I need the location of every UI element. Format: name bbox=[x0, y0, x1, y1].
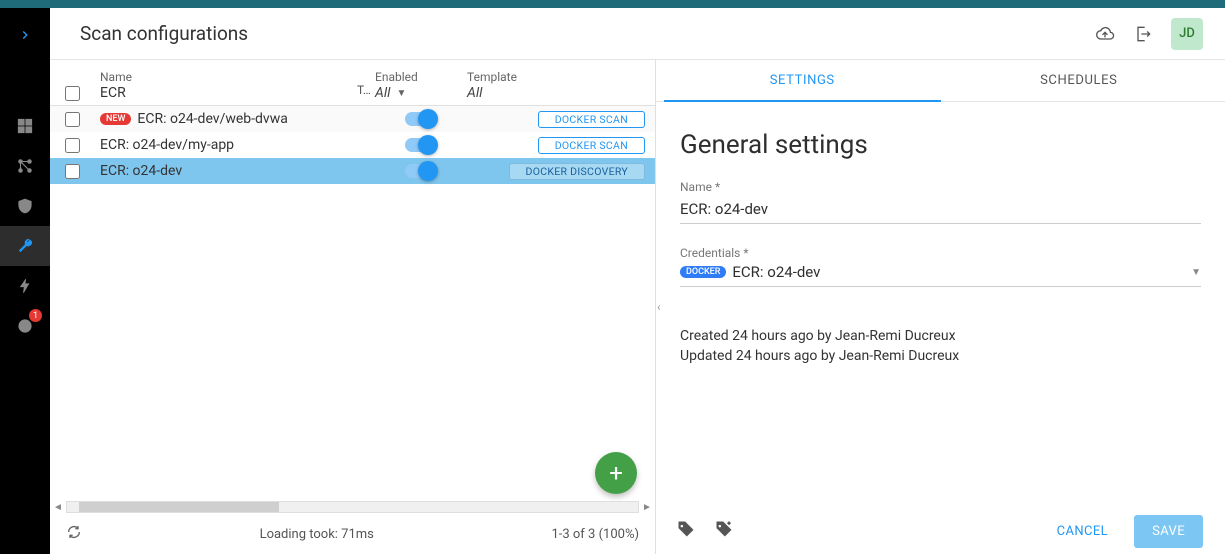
page-header: Scan configurations JD bbox=[50, 8, 1225, 60]
count-text: 1-3 of 3 (100%) bbox=[551, 527, 639, 542]
select-all-checkbox[interactable] bbox=[65, 86, 80, 101]
table-row[interactable]: ECR: o24-dev DOCKER DISCOVERY bbox=[50, 158, 655, 184]
add-scan-fab[interactable]: + bbox=[595, 452, 637, 494]
scroll-left-arrow[interactable]: ◄ bbox=[52, 502, 64, 513]
scan-rows-container: NEW ECR: o24-dev/web-dvwa DOCKER SCAN EC… bbox=[50, 106, 655, 500]
col-name-label: Name bbox=[100, 70, 357, 84]
logout-icon[interactable] bbox=[1133, 24, 1153, 44]
col-enabled-label: Enabled bbox=[375, 70, 467, 84]
detail-footer: CANCEL SAVE bbox=[656, 508, 1225, 554]
cloud-upload-icon[interactable] bbox=[1095, 24, 1115, 44]
sidebar-expand-chevron[interactable] bbox=[18, 28, 32, 46]
sidebar-item-shield[interactable] bbox=[0, 186, 50, 226]
chevron-down-icon: ▼ bbox=[1191, 267, 1201, 278]
name-filter-input[interactable] bbox=[100, 85, 331, 101]
sidebar-item-target[interactable]: 1 bbox=[0, 306, 50, 346]
tag-add-icon[interactable] bbox=[714, 519, 734, 543]
shield-icon bbox=[16, 197, 34, 215]
enabled-toggle[interactable] bbox=[405, 164, 435, 178]
tab-schedules[interactable]: SCHEDULES bbox=[941, 60, 1218, 101]
row-name-text: ECR: o24-dev bbox=[100, 163, 182, 179]
user-avatar[interactable]: JD bbox=[1171, 18, 1203, 50]
new-badge: NEW bbox=[100, 113, 131, 125]
sidebar-item-dashboard[interactable] bbox=[0, 106, 50, 146]
updated-text: Updated 24 hours ago by Jean-Remi Ducreu… bbox=[680, 347, 1201, 367]
list-footer: Loading took: 71ms 1-3 of 3 (100%) bbox=[50, 514, 655, 554]
tab-settings[interactable]: SETTINGS bbox=[664, 60, 941, 101]
row-checkbox[interactable] bbox=[65, 112, 80, 127]
template-filter-select[interactable]: All bbox=[467, 85, 647, 101]
template-chip: DOCKER SCAN bbox=[538, 137, 645, 154]
detail-tabs: SETTINGS SCHEDULES bbox=[656, 60, 1225, 102]
graph-icon bbox=[16, 157, 34, 175]
row-checkbox[interactable] bbox=[65, 138, 80, 153]
detail-panel: ‹ SETTINGS SCHEDULES General settings Na… bbox=[656, 60, 1225, 554]
horizontal-scrollbar[interactable]: ◄ ► bbox=[50, 500, 655, 514]
col-template-label: Template bbox=[467, 70, 647, 84]
template-chip: DOCKER DISCOVERY bbox=[509, 163, 646, 180]
row-checkbox[interactable] bbox=[65, 164, 80, 179]
scan-list-panel: Name T… Enabled All ▼ Template bbox=[50, 60, 656, 554]
name-field-input[interactable] bbox=[680, 197, 1201, 224]
credentials-field-label: Credentials * bbox=[680, 246, 1201, 260]
credentials-value: ECR: o24-dev bbox=[732, 263, 1185, 281]
row-name-text: ECR: o24-dev/web-dvwa bbox=[137, 111, 287, 127]
sidebar-badge: 1 bbox=[29, 309, 42, 322]
scroll-thumb[interactable] bbox=[79, 502, 279, 512]
docker-chip: DOCKER bbox=[680, 266, 726, 278]
credentials-select[interactable]: DOCKER ECR: o24-dev ▼ bbox=[680, 263, 1201, 287]
table-row[interactable]: ECR: o24-dev/my-app DOCKER SCAN bbox=[50, 132, 655, 158]
run-icon bbox=[16, 277, 34, 295]
collapse-handle-icon[interactable]: ‹ bbox=[655, 294, 663, 320]
enabled-toggle[interactable] bbox=[405, 112, 435, 126]
chevron-down-icon: ▼ bbox=[396, 88, 406, 99]
top-accent-bar bbox=[0, 0, 1225, 8]
wrench-icon bbox=[16, 237, 34, 255]
scroll-right-arrow[interactable]: ► bbox=[641, 502, 653, 513]
loading-text: Loading took: 71ms bbox=[260, 527, 374, 542]
section-title: General settings bbox=[680, 130, 1201, 160]
page-title: Scan configurations bbox=[80, 22, 248, 45]
sidebar-nav: 1 bbox=[0, 8, 50, 554]
table-row[interactable]: NEW ECR: o24-dev/web-dvwa DOCKER SCAN bbox=[50, 106, 655, 132]
meta-info: Created 24 hours ago by Jean-Remi Ducreu… bbox=[680, 327, 1201, 366]
reload-icon[interactable] bbox=[66, 524, 82, 544]
created-text: Created 24 hours ago by Jean-Remi Ducreu… bbox=[680, 327, 1201, 347]
sidebar-item-run[interactable] bbox=[0, 266, 50, 306]
column-headers: Name T… Enabled All ▼ Template bbox=[50, 60, 655, 106]
name-field-label: Name * bbox=[680, 180, 1201, 194]
tag-icon[interactable] bbox=[676, 519, 696, 543]
enabled-toggle[interactable] bbox=[405, 138, 435, 152]
sidebar-item-graph[interactable] bbox=[0, 146, 50, 186]
enabled-filter-select[interactable]: All ▼ bbox=[375, 85, 467, 101]
row-name-text: ECR: o24-dev/my-app bbox=[100, 137, 234, 153]
save-button[interactable]: SAVE bbox=[1134, 515, 1203, 548]
cancel-button[interactable]: CANCEL bbox=[1045, 516, 1120, 547]
template-chip: DOCKER SCAN bbox=[538, 111, 645, 128]
col-t-label[interactable]: T… bbox=[357, 83, 375, 101]
sidebar-item-tools[interactable] bbox=[0, 226, 50, 266]
dashboard-icon bbox=[16, 117, 34, 135]
